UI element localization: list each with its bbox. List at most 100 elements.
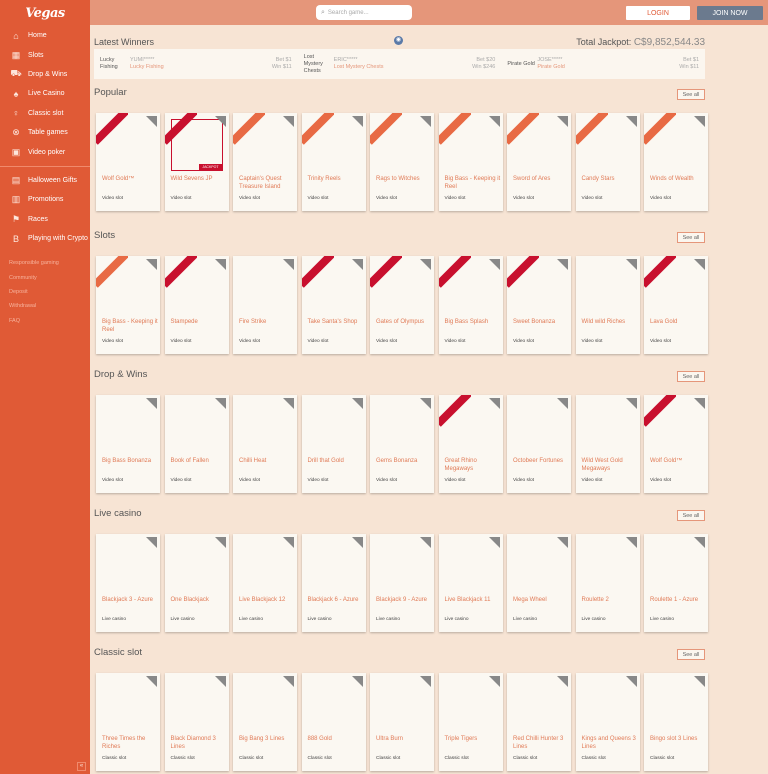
- game-card[interactable]: Big Bass Bonanza Video slot: [96, 395, 160, 493]
- sidebar-item-races[interactable]: ⚑ Races: [0, 210, 90, 229]
- game-card[interactable]: Roulette 2 Live casino: [575, 534, 640, 632]
- logo[interactable]: Vegas: [0, 0, 90, 26]
- game-card[interactable]: Ultra Burn Classic slot: [370, 673, 434, 771]
- game-card[interactable]: 888 Gold Classic slot: [301, 673, 366, 771]
- game-card[interactable]: Roulette 1 - Azure Live casino: [644, 534, 708, 632]
- game-card[interactable]: Gems Bonanza Video slot: [370, 395, 434, 493]
- winner-entry[interactable]: Lucky Fishing YUMI***** Lucky Fishing Bet $…: [94, 49, 298, 79]
- favorite-corner-icon[interactable]: [420, 259, 431, 270]
- game-card[interactable]: Big Bang 3 Lines Classic slot: [233, 673, 297, 771]
- game-card[interactable]: Blackjack 6 - Azure Live casino: [301, 534, 366, 632]
- game-card[interactable]: Great Rhino Megaways Video slot: [438, 395, 503, 493]
- game-card[interactable]: Stampede Video slot: [164, 256, 229, 354]
- favorite-corner-icon[interactable]: [557, 537, 568, 548]
- sidebar-item-halloween-gifts[interactable]: ▤ Halloween Gifts: [0, 171, 90, 190]
- search-input[interactable]: ⌕ Search game...: [316, 5, 412, 20]
- game-card[interactable]: Take Santa's Shop Video slot: [301, 256, 366, 354]
- game-card[interactable]: Red Chilli Hunter 3 Lines Classic slot: [507, 673, 571, 771]
- favorite-corner-icon[interactable]: [283, 537, 294, 548]
- favorite-corner-icon[interactable]: [214, 676, 226, 687]
- game-card[interactable]: Black Diamond 3 Lines Classic slot: [164, 673, 229, 771]
- favorite-corner-icon[interactable]: [625, 259, 637, 270]
- favorite-corner-icon[interactable]: [351, 259, 363, 270]
- game-card[interactable]: Sweet Bonanza Video slot: [507, 256, 571, 354]
- game-card[interactable]: Mega Wheel Live casino: [507, 534, 571, 632]
- sidebar-item-video-poker[interactable]: ▣ Video poker: [0, 142, 90, 161]
- game-card[interactable]: Chilli Heat Video slot: [233, 395, 297, 493]
- favorite-corner-icon[interactable]: [283, 116, 294, 127]
- favorite-corner-icon[interactable]: [146, 116, 157, 127]
- favorite-corner-icon[interactable]: [420, 398, 431, 409]
- game-card[interactable]: Rags to Witches Video slot: [370, 113, 434, 211]
- favorite-corner-icon[interactable]: [557, 259, 568, 270]
- see-all-button[interactable]: See all: [677, 510, 705, 521]
- see-all-button[interactable]: See all: [677, 89, 705, 100]
- see-all-button[interactable]: See all: [677, 649, 705, 660]
- game-card[interactable]: Octobeer Fortunes Video slot: [507, 395, 571, 493]
- favorite-corner-icon[interactable]: [214, 116, 226, 127]
- favorite-corner-icon[interactable]: [694, 116, 705, 127]
- favorite-corner-icon[interactable]: [351, 537, 363, 548]
- game-card[interactable]: Three Times the Riches Classic slot: [96, 673, 160, 771]
- game-card[interactable]: Live Blackjack 11 Live casino: [438, 534, 503, 632]
- game-card[interactable]: Lava Gold Video slot: [644, 256, 708, 354]
- favorite-corner-icon[interactable]: [625, 116, 637, 127]
- sidebar-item-classic-slot[interactable]: ♀ Classic slot: [0, 104, 90, 123]
- game-card[interactable]: Wild West Gold Megaways Video slot: [575, 395, 640, 493]
- game-card[interactable]: Winds of Wealth Video slot: [644, 113, 708, 211]
- favorite-corner-icon[interactable]: [694, 676, 705, 687]
- favorite-corner-icon[interactable]: [283, 398, 294, 409]
- game-card[interactable]: Kings and Queens 3 Lines Classic slot: [575, 673, 640, 771]
- game-card[interactable]: Big Bass - Keeping it Reel Video slot: [96, 256, 160, 354]
- favorite-corner-icon[interactable]: [625, 537, 637, 548]
- favorite-corner-icon[interactable]: [625, 398, 637, 409]
- game-card[interactable]: Wolf Gold™ Video slot: [96, 113, 160, 211]
- see-all-button[interactable]: See all: [677, 232, 705, 243]
- footer-link[interactable]: Responsible gaming: [0, 256, 90, 270]
- favorite-corner-icon[interactable]: [420, 116, 431, 127]
- favorite-corner-icon[interactable]: [283, 259, 294, 270]
- game-card[interactable]: Triple Tigers Classic slot: [438, 673, 503, 771]
- login-button[interactable]: LOGIN: [626, 6, 690, 20]
- game-card[interactable]: Candy Stars Video slot: [575, 113, 640, 211]
- game-card[interactable]: Trinity Reels Video slot: [301, 113, 366, 211]
- game-card[interactable]: JACKPOT Wild Sevens JP Video slot: [164, 113, 229, 211]
- favorite-corner-icon[interactable]: [214, 259, 226, 270]
- favorite-corner-icon[interactable]: [488, 398, 500, 409]
- favorite-corner-icon[interactable]: [420, 537, 431, 548]
- collapse-sidebar-button[interactable]: «: [77, 762, 86, 771]
- footer-link[interactable]: Withdrawal: [0, 299, 90, 313]
- game-card[interactable]: Book of Fallen Video slot: [164, 395, 229, 493]
- favorite-corner-icon[interactable]: [557, 116, 568, 127]
- favorite-corner-icon[interactable]: [214, 398, 226, 409]
- game-card[interactable]: Wild wild Riches Video slot: [575, 256, 640, 354]
- favorite-corner-icon[interactable]: [488, 116, 500, 127]
- game-card[interactable]: Drill that Gold Video slot: [301, 395, 366, 493]
- game-card[interactable]: Big Bass Splash Video slot: [438, 256, 503, 354]
- game-card[interactable]: Gates of Olympus Video slot: [370, 256, 434, 354]
- join-now-button[interactable]: JOIN NOW: [697, 6, 763, 20]
- sidebar-item-live-casino[interactable]: ♠ Live Casino: [0, 84, 90, 103]
- footer-link[interactable]: FAQ: [0, 314, 90, 328]
- favorite-corner-icon[interactable]: [283, 676, 294, 687]
- favorite-corner-icon[interactable]: [557, 676, 568, 687]
- sidebar-item-home[interactable]: ⌂ Home: [0, 26, 90, 45]
- sidebar-item-drop-wins[interactable]: ⛟ Drop & Wins: [0, 65, 90, 84]
- favorite-corner-icon[interactable]: [694, 259, 705, 270]
- footer-link[interactable]: Community: [0, 271, 90, 285]
- favorite-corner-icon[interactable]: [625, 676, 637, 687]
- game-card[interactable]: One Blackjack Live casino: [164, 534, 229, 632]
- favorite-corner-icon[interactable]: [488, 676, 500, 687]
- favorite-corner-icon[interactable]: [694, 537, 705, 548]
- game-card[interactable]: Live Blackjack 12 Live casino: [233, 534, 297, 632]
- sidebar-item-slots[interactable]: ▦ Slots: [0, 45, 90, 64]
- game-card[interactable]: Big Bass - Keeping it Reel Video slot: [438, 113, 503, 211]
- game-card[interactable]: Captain's Quest Treasure Island Video slo…: [233, 113, 297, 211]
- favorite-corner-icon[interactable]: [146, 676, 157, 687]
- globe-icon[interactable]: ◉: [394, 36, 403, 45]
- sidebar-item-table-games[interactable]: ⊗ Table games: [0, 123, 90, 142]
- favorite-corner-icon[interactable]: [351, 116, 363, 127]
- see-all-button[interactable]: See all: [677, 371, 705, 382]
- favorite-corner-icon[interactable]: [420, 676, 431, 687]
- favorite-corner-icon[interactable]: [146, 398, 157, 409]
